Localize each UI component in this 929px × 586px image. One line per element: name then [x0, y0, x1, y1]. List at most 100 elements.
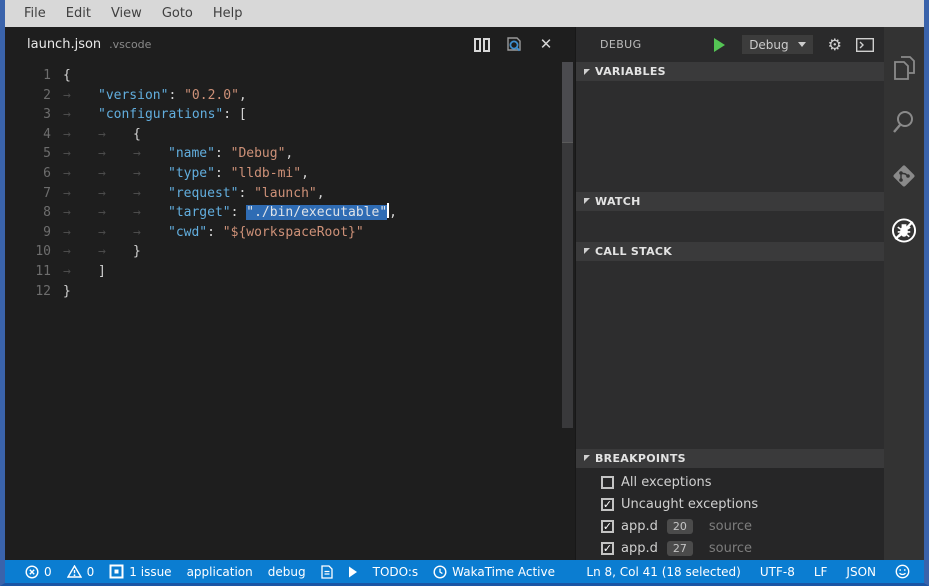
menu-item-help[interactable]: Help: [203, 2, 253, 25]
status-item-lf[interactable]: LF: [814, 565, 828, 579]
status-item-issues[interactable]: 1 issue: [109, 564, 171, 579]
editor-scrollbar[interactable]: [562, 62, 573, 428]
section-watch[interactable]: WATCH: [576, 192, 884, 211]
status-item-label: WakaTime Active: [452, 565, 555, 579]
tab-whitespace-arrow: →: [63, 262, 98, 282]
activity-bar: [884, 27, 924, 560]
section-breakpoints[interactable]: BREAKPOINTS: [576, 449, 884, 468]
line-number: 3: [5, 105, 51, 125]
tab-whitespace-arrow: →: [98, 164, 133, 184]
start-debug-icon[interactable]: [714, 38, 725, 52]
checkbox-checked[interactable]: ✓: [601, 520, 614, 533]
code-line[interactable]: 12}: [5, 282, 575, 302]
tab-whitespace-arrow: →: [133, 203, 168, 223]
debug-console-icon[interactable]: [856, 38, 874, 52]
tab-folder: .vscode: [109, 38, 151, 51]
code-line[interactable]: 11→]: [5, 262, 575, 282]
tab-whitespace-arrow: →: [98, 203, 133, 223]
line-number: 9: [5, 223, 51, 243]
scrollbar-thumb[interactable]: [562, 62, 573, 143]
debug-icon[interactable]: [891, 217, 917, 243]
status-item-debug[interactable]: debug: [268, 565, 306, 579]
breakpoints-body: All exceptions✓Uncaught exceptions✓app.d…: [576, 468, 884, 560]
section-variables[interactable]: VARIABLES: [576, 62, 884, 81]
split-editor-icon[interactable]: [473, 37, 491, 53]
breakpoint-row[interactable]: ✓Uncaught exceptions: [576, 494, 884, 516]
status-item-utf-8[interactable]: UTF-8: [760, 565, 795, 579]
status-item-application[interactable]: application: [187, 565, 253, 579]
tab-whitespace-arrow: →: [133, 184, 168, 204]
open-preview-icon[interactable]: [505, 37, 523, 53]
breakpoint-row[interactable]: ✓app.d27source: [576, 538, 884, 560]
code-line[interactable]: 10→→}: [5, 242, 575, 262]
breakpoint-source: source: [709, 519, 752, 534]
close-icon[interactable]: ✕: [537, 37, 555, 53]
vscode-window: FileEditViewGotoHelp launch.json .vscode…: [0, 0, 929, 586]
line-number: 5: [5, 144, 51, 164]
code-line[interactable]: 5→→→"name": "Debug",: [5, 144, 575, 164]
tab-whitespace-arrow: →: [133, 164, 168, 184]
error-icon: [25, 565, 39, 579]
code-line[interactable]: 6→→→"type": "lldb-mi",: [5, 164, 575, 184]
menu-item-goto[interactable]: Goto: [152, 2, 203, 25]
status-item-label: JSON: [846, 565, 876, 579]
menu-item-file[interactable]: File: [14, 2, 56, 25]
tab-whitespace-arrow: →: [63, 144, 98, 164]
code-token: :: [231, 205, 247, 220]
code-line[interactable]: 7→→→"request": "launch",: [5, 184, 575, 204]
code-token: :: [168, 88, 184, 103]
breakpoint-row[interactable]: All exceptions: [576, 472, 884, 494]
explorer-icon[interactable]: [891, 55, 917, 81]
code-token: : [: [223, 107, 246, 122]
status-item-warning[interactable]: 0: [67, 565, 95, 579]
smiley-icon: [895, 564, 910, 579]
menu-item-view[interactable]: View: [101, 2, 152, 25]
code-line[interactable]: 3→"configurations": [: [5, 105, 575, 125]
code-token: ,: [317, 186, 325, 201]
breakpoint-row[interactable]: ✓app.d20source: [576, 516, 884, 538]
tab-whitespace-arrow: →: [63, 164, 98, 184]
code-token: "target": [168, 205, 231, 220]
code-token: ,: [301, 166, 309, 181]
checkbox-checked[interactable]: ✓: [601, 498, 614, 511]
warning-icon: [67, 565, 82, 578]
code-line[interactable]: 1{: [5, 66, 575, 86]
status-item-error[interactable]: 0: [25, 565, 52, 579]
status-item-clock[interactable]: WakaTime Active: [433, 565, 555, 579]
tab-launch-json[interactable]: launch.json .vscode: [27, 37, 151, 52]
checkbox-checked[interactable]: ✓: [601, 542, 614, 555]
section-callstack[interactable]: CALL STACK: [576, 242, 884, 261]
code-token: "lldb-mi": [231, 166, 301, 181]
source-control-icon[interactable]: [891, 163, 917, 189]
tab-whitespace-arrow: →: [133, 144, 168, 164]
editor-group: launch.json .vscode ✕ 1{2→"versio: [5, 27, 575, 560]
tab-whitespace-arrow: →: [133, 223, 168, 243]
debug-config-label: Debug: [749, 38, 788, 52]
status-item-play[interactable]: [348, 566, 358, 578]
tab-filename: launch.json: [27, 37, 101, 52]
search-icon[interactable]: [891, 109, 917, 135]
twistie-icon: [584, 198, 590, 204]
tab-whitespace-arrow: →: [63, 203, 98, 223]
code-editor[interactable]: 1{2→"version": "0.2.0",3→"configurations…: [5, 62, 575, 560]
code-line[interactable]: 8→→→"target": "./bin/executable",: [5, 203, 575, 223]
code-line[interactable]: 2→"version": "0.2.0",: [5, 86, 575, 106]
debug-config-dropdown[interactable]: Debug: [741, 34, 813, 55]
menu-bar: FileEditViewGotoHelp: [5, 0, 924, 27]
checkbox-unchecked[interactable]: [601, 476, 614, 489]
line-number: 11: [5, 262, 51, 282]
status-item-json[interactable]: JSON: [846, 565, 876, 579]
code-token: "type": [168, 166, 215, 181]
code-line[interactable]: 4→→{: [5, 125, 575, 145]
code-token: }: [133, 244, 141, 259]
tab-whitespace-arrow: →: [98, 242, 133, 262]
tab-whitespace-arrow: →: [63, 86, 98, 106]
code-line[interactable]: 9→→→"cwd": "${workspaceRoot}": [5, 223, 575, 243]
status-item-todo-s[interactable]: TODO:s: [373, 565, 419, 579]
status-item-smiley[interactable]: [895, 564, 910, 579]
status-item-ln-8-col-41-18-selected[interactable]: Ln 8, Col 41 (18 selected): [586, 565, 740, 579]
menu-item-edit[interactable]: Edit: [56, 2, 101, 25]
status-item-label: UTF-8: [760, 565, 795, 579]
status-item-dubfile[interactable]: [321, 565, 333, 579]
gear-icon[interactable]: ⚙: [828, 35, 842, 54]
